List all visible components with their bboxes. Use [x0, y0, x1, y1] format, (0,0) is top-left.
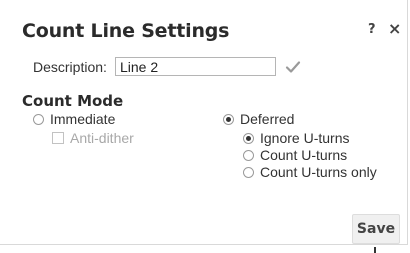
immediate-label: Immediate [50, 111, 116, 127]
dialog-title: Count Line Settings [22, 20, 230, 42]
ignore-u-turns-radio[interactable] [243, 132, 254, 144]
count-u-turns-only-radio[interactable] [243, 166, 254, 178]
anti-dither-option: Anti-dither [52, 130, 134, 146]
count-line-settings-dialog: Count Line Settings ? × Description: Cou… [0, 0, 408, 245]
deferred-radio[interactable] [223, 113, 234, 125]
anti-dither-label: Anti-dither [70, 130, 134, 146]
close-button[interactable]: × [388, 19, 401, 38]
mouse-cursor-fragment [374, 247, 376, 253]
help-button[interactable]: ? [368, 22, 376, 37]
deferred-option[interactable]: Deferred [223, 111, 294, 127]
description-label: Description: [33, 59, 107, 75]
count-mode-heading: Count Mode [22, 92, 124, 110]
count-u-turns-option[interactable]: Count U-turns [243, 147, 347, 163]
checkmark-icon[interactable] [284, 58, 302, 76]
deferred-label: Deferred [240, 111, 295, 127]
description-input[interactable] [115, 57, 276, 76]
count-u-turns-only-label: Count U-turns only [260, 164, 377, 180]
count-u-turns-only-option[interactable]: Count U-turns only [243, 164, 377, 180]
count-u-turns-radio[interactable] [243, 149, 254, 161]
ignore-u-turns-label: Ignore U-turns [260, 130, 350, 146]
ignore-u-turns-option[interactable]: Ignore U-turns [243, 130, 349, 146]
immediate-radio[interactable] [33, 113, 44, 125]
anti-dither-checkbox [52, 132, 64, 144]
save-button[interactable]: Save [352, 214, 400, 244]
count-u-turns-label: Count U-turns [260, 147, 348, 163]
immediate-option[interactable]: Immediate [33, 111, 115, 127]
